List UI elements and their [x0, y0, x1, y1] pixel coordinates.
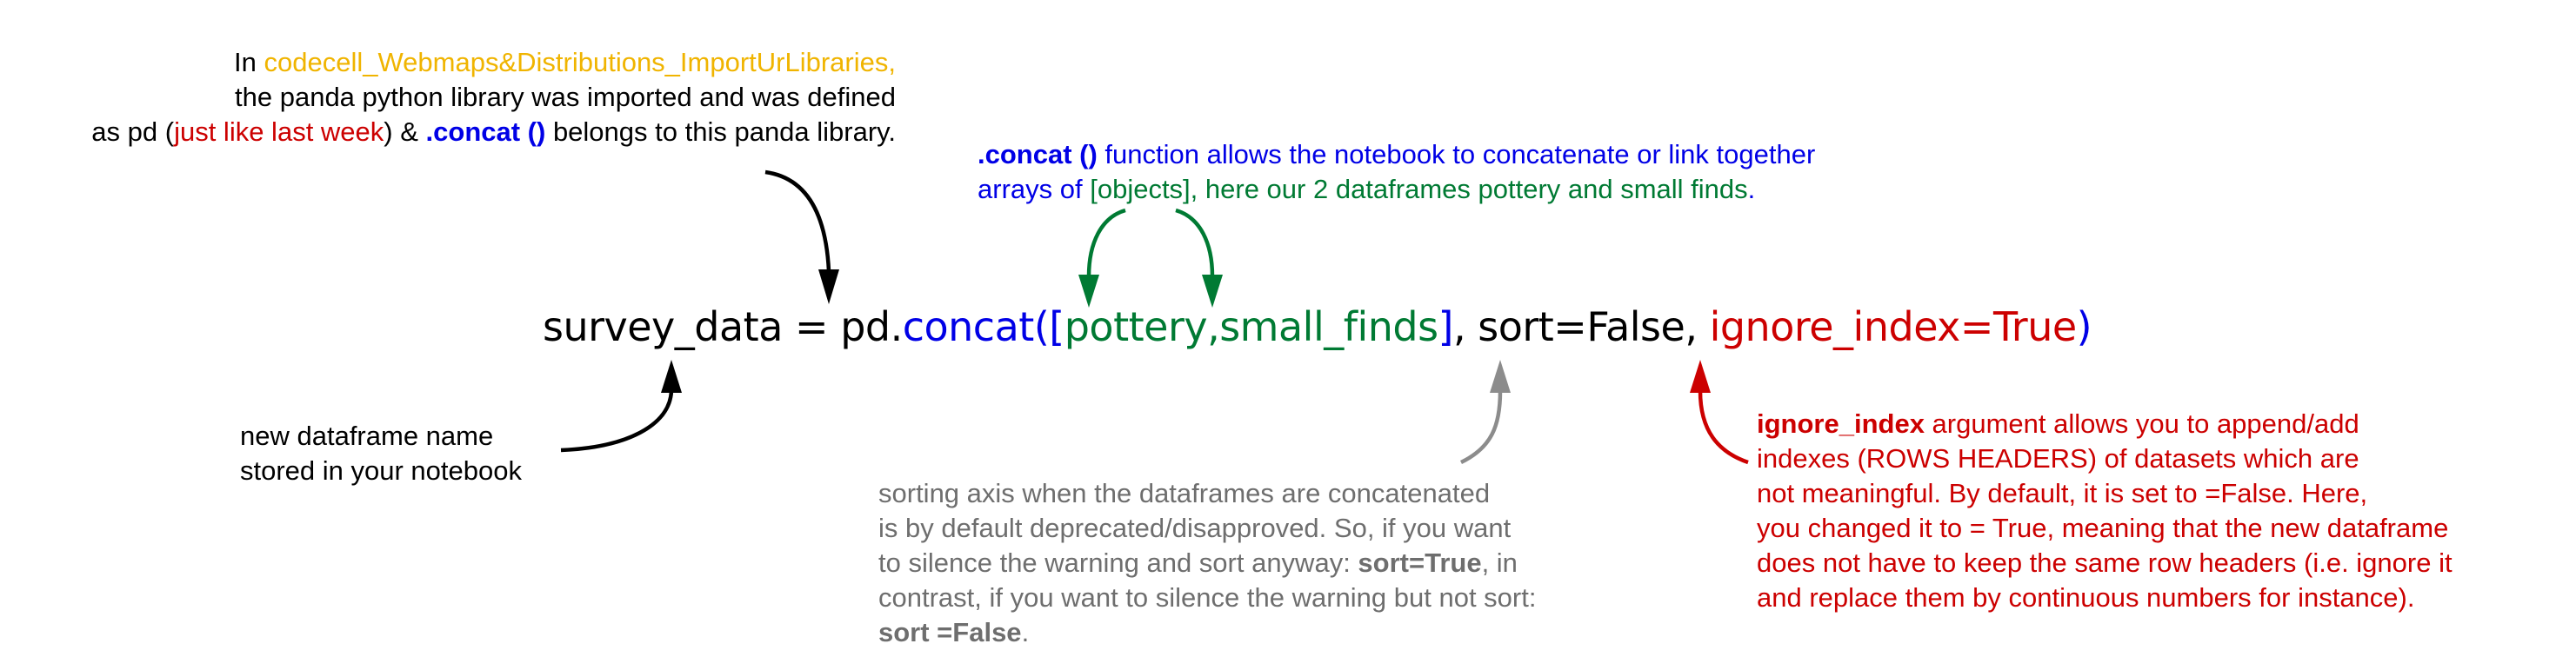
arrows-layer: [560, 169, 1749, 465]
arrow-objects-to-small-finds: [1175, 208, 1215, 277]
arrow-import-head: [818, 269, 839, 304]
arrow-sort-head: [1490, 360, 1511, 393]
arrow-small-finds-head: [1202, 275, 1223, 308]
arrow-ignore-note-to-arg: [1698, 390, 1749, 465]
arrow-newdf-head: [661, 360, 682, 393]
arrow-newdf-to-var: [560, 390, 674, 453]
arrow-sort-note-to-sort: [1460, 390, 1503, 465]
arrow-pottery-head: [1078, 275, 1099, 308]
arrow-objects-to-pottery: [1086, 208, 1126, 277]
arrow-import-to-pd: [764, 169, 831, 272]
arrow-ignore-head: [1690, 360, 1711, 393]
